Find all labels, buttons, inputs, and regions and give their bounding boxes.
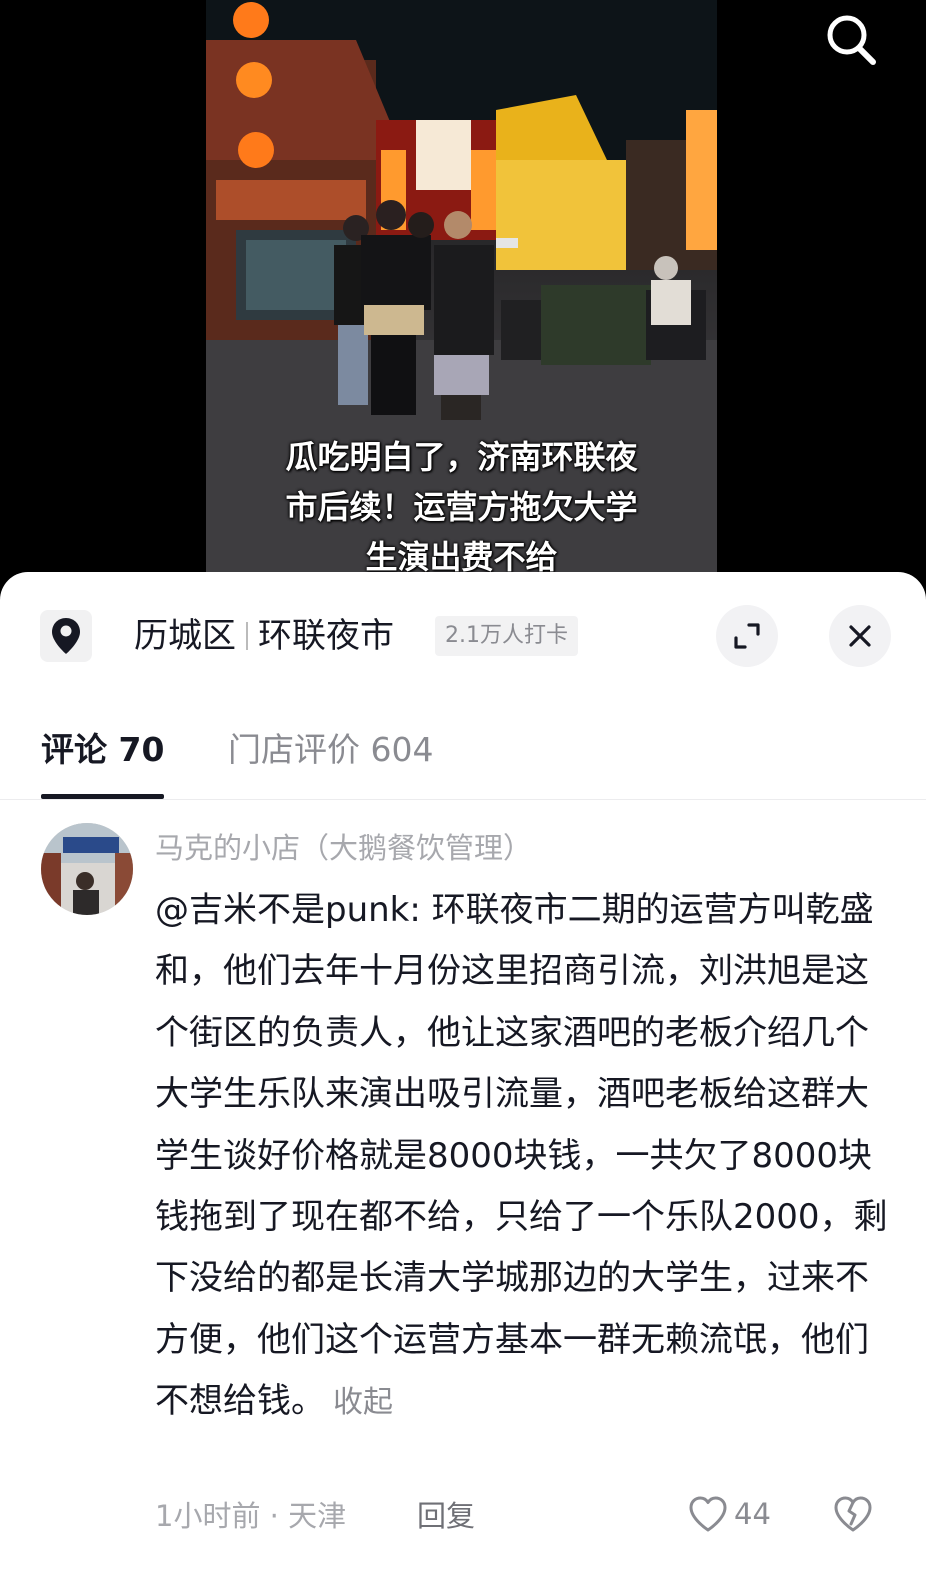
location-pin-button[interactable]	[40, 610, 92, 662]
comment-time-location: 1小时前 · 天津	[155, 1499, 347, 1533]
active-tab-indicator	[41, 794, 164, 799]
heart-icon	[689, 1496, 727, 1532]
broken-heart-icon	[834, 1496, 872, 1532]
collapse-link[interactable]: 收起	[333, 1385, 393, 1420]
location-title[interactable]: 历城区 环联夜市	[134, 614, 394, 658]
expand-icon	[734, 623, 760, 649]
close-button[interactable]	[829, 605, 891, 667]
video-caption: 瓜吃明白了，济南环联夜 市后续！运营方拖欠大学 生演出费不给	[285, 438, 638, 576]
tab-store-reviews[interactable]: 门店评价 604	[228, 728, 433, 772]
close-icon	[849, 625, 871, 647]
location-divider	[246, 622, 248, 650]
comment-sheet: 历城区 环联夜市 2.1万人打卡 评论 70 门店评价 604 马克的小店（大鹅…	[0, 572, 926, 1574]
tab-comments[interactable]: 评论 70	[41, 728, 164, 772]
like-button[interactable]: 44	[688, 1492, 771, 1536]
avatar[interactable]	[41, 823, 133, 915]
search-button[interactable]	[820, 10, 884, 70]
checkin-count-badge: 2.1万人打卡	[435, 616, 578, 656]
comment-text: @吉米不是punk: 环联夜市二期的运营方叫乾盛和，他们去年十月份这里招商引流，…	[155, 890, 888, 1422]
reply-button[interactable]: 回复	[417, 1494, 475, 1538]
search-icon	[827, 15, 876, 65]
location-district: 历城区	[134, 616, 236, 656]
location-place: 环联夜市	[258, 616, 394, 656]
location-row[interactable]: 历城区 环联夜市 2.1万人打卡	[0, 602, 926, 668]
dislike-button[interactable]	[833, 1494, 873, 1534]
like-count: 44	[734, 1497, 771, 1531]
avatar-image	[41, 823, 133, 915]
comment-meta: 1小时前 · 天津 回复	[155, 1494, 475, 1538]
expand-button[interactable]	[716, 605, 778, 667]
tab-bar: 评论 70 门店评价 604	[0, 722, 926, 800]
video-player[interactable]: 瓜吃明白了，济南环联夜 市后续！运营方拖欠大学 生演出费不给	[0, 0, 926, 600]
location-pin-icon	[52, 618, 80, 654]
comment-text-block: @吉米不是punk: 环联夜市二期的运营方叫乾盛和，他们去年十月份这里招商引流，…	[155, 880, 890, 1434]
comment-username[interactable]: 马克的小店（大鹅餐饮管理）	[155, 828, 532, 868]
